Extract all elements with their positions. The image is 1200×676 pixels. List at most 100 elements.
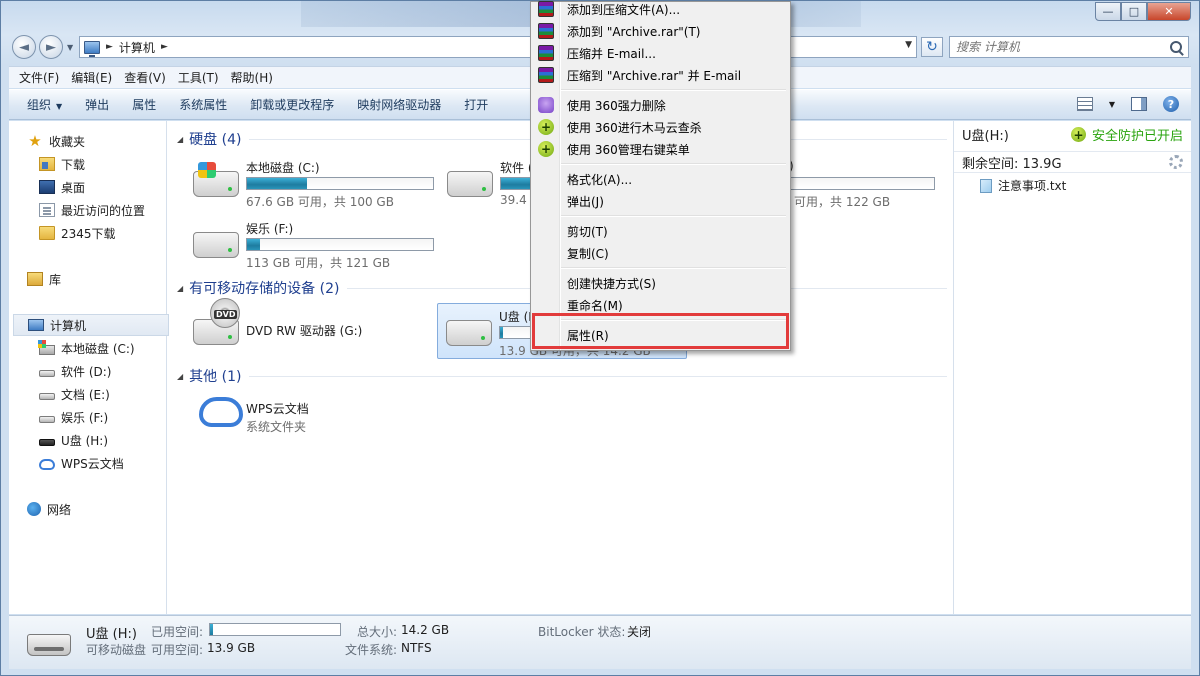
menu-item-label: 添加到 "Archive.rar"(T) — [567, 25, 701, 39]
menu-view[interactable]: 查看(V) — [120, 69, 174, 86]
file-item[interactable]: 注意事项.txt — [980, 177, 1183, 194]
organize-label: 组织 — [27, 98, 52, 112]
minimize-button[interactable]: — — [1095, 2, 1121, 21]
menu-file[interactable]: 文件(F) — [15, 69, 67, 86]
menu-item-copy[interactable]: 复制(C) — [533, 242, 788, 264]
properties-button[interactable]: 属性 — [124, 96, 171, 113]
recent-pages-dropdown[interactable]: ▼ — [67, 43, 73, 52]
menu-item-label: 弹出(J) — [567, 195, 604, 209]
command-bar-right: ▼ ? — [1076, 96, 1179, 112]
sidebar-item-label: 桌面 — [61, 180, 86, 195]
menu-item-360-scan[interactable]: + 使用 360进行木马云查杀 — [533, 116, 788, 138]
help-icon[interactable]: ? — [1163, 96, 1179, 112]
menu-item-compress-email[interactable]: 压缩并 E-mail... — [533, 42, 788, 64]
360-delete-icon — [538, 97, 554, 113]
details-header: U盘(H:) + 安全防护已开启 — [962, 125, 1183, 144]
back-button[interactable]: ◄ — [12, 35, 36, 59]
sidebar-item-label: 库 — [49, 272, 62, 287]
map-network-drive-button[interactable]: 映射网络驱动器 — [349, 96, 456, 113]
navigation-pane: ★ 收藏夹 下载 桌面 最近访问的位置 2345下载 库 计算机 本地磁盘 (C:… — [9, 121, 169, 614]
sidebar-item-libraries[interactable]: 库 — [27, 268, 183, 290]
menu-item-label: 复制(C) — [567, 247, 609, 261]
drive-tile-d[interactable]: 软件 (D 39.4 G — [439, 155, 535, 211]
winrar-icon — [538, 67, 554, 83]
menu-item-create-shortcut[interactable]: 创建快捷方式(S) — [533, 272, 788, 294]
winrar-icon — [538, 1, 554, 17]
close-button[interactable]: ✕ — [1147, 2, 1191, 21]
total-size-label: 总大小: — [357, 625, 398, 639]
menu-item-360-manage-menu[interactable]: + 使用 360管理右键菜单 — [533, 138, 788, 160]
menu-item-label: 剪切(T) — [567, 225, 608, 239]
maximize-button[interactable]: □ — [1121, 2, 1147, 21]
breadcrumb-computer[interactable]: 计算机 — [119, 39, 155, 56]
total-size-value: 14.2 GB — [401, 623, 450, 637]
drive-tile-e[interactable]: ) 可用，共 122 GB — [789, 155, 949, 211]
sidebar-item-label: 下载 — [61, 157, 86, 172]
collapse-icon: ◢ — [177, 134, 184, 144]
drive-name: 娱乐 (F:) — [246, 222, 294, 236]
drive-tile-g[interactable]: DVD DVD RW 驱动器 (G:) — [185, 298, 435, 359]
eject-button[interactable]: 弹出 — [77, 96, 124, 113]
usb-drive-icon — [39, 438, 55, 446]
drive-space-info: 67.6 GB 可用，共 100 GB — [246, 195, 394, 209]
menu-item-360-force-delete[interactable]: 使用 360强力删除 — [533, 94, 788, 116]
menu-item-add-to-archive[interactable]: 添加到压缩文件(A)... — [533, 0, 788, 20]
drive-tile-c[interactable]: 本地磁盘 (C:) 67.6 GB 可用，共 100 GB — [185, 155, 435, 211]
menu-item-format[interactable]: 格式化(A)... — [533, 168, 788, 190]
menu-separator — [561, 215, 786, 217]
highlight-annotation-box — [532, 313, 789, 349]
used-space-bar — [209, 623, 341, 636]
text-file-icon — [980, 178, 992, 193]
address-bar[interactable]: ► 计算机 ► ▼ — [79, 36, 917, 58]
menu-item-compress-to-rar-email[interactable]: 压缩到 "Archive.rar" 并 E-mail — [533, 64, 788, 86]
menu-item-cut[interactable]: 剪切(T) — [533, 220, 788, 242]
preview-pane-icon[interactable] — [1131, 97, 1147, 111]
window-controls: — □ ✕ — [1095, 2, 1191, 21]
refresh-button[interactable]: ↻ — [921, 37, 943, 57]
menu-item-eject[interactable]: 弹出(J) — [533, 190, 788, 212]
computer-icon — [84, 40, 100, 57]
sidebar-item-network[interactable]: 网络 — [27, 498, 183, 520]
search-icon[interactable] — [1170, 41, 1182, 53]
drive-name: DVD RW 驱动器 (G:) — [246, 324, 363, 338]
drive-tile-f[interactable]: 娱乐 (F:) 113 GB 可用，共 121 GB — [185, 216, 435, 272]
open-control-panel-button[interactable]: 打开 — [456, 96, 503, 113]
view-dropdown-icon[interactable]: ▼ — [1109, 100, 1115, 109]
sidebar-item-computer[interactable]: 计算机 — [13, 314, 169, 336]
explorer-window: — □ ✕ ◄ ► ▼ ► 计算机 ► ▼ ↻ 文件(F) 编辑(E) 查看(V… — [0, 0, 1200, 676]
menu-item-add-to-archive-rar[interactable]: 添加到 "Archive.rar"(T) — [533, 20, 788, 42]
uninstall-programs-button[interactable]: 卸载或更改程序 — [242, 96, 349, 113]
breadcrumb-separator[interactable]: ► — [106, 42, 113, 52]
360-shield-icon: + — [1070, 127, 1086, 142]
group-header-other[interactable]: ◢ 其他 (1) — [177, 366, 947, 386]
sidebar-item-label: 娱乐 (F:) — [61, 410, 109, 425]
system-properties-button[interactable]: 系统属性 — [171, 96, 242, 113]
address-dropdown[interactable]: ▼ — [905, 40, 912, 50]
search-input[interactable] — [956, 40, 1156, 54]
menu-edit[interactable]: 编辑(E) — [67, 69, 120, 86]
search-box[interactable] — [949, 36, 1189, 58]
menu-item-label: 使用 360进行木马云查杀 — [567, 121, 702, 135]
sidebar-item-label: 2345下载 — [61, 226, 116, 241]
drive-name: 本地磁盘 (C:) — [246, 161, 320, 175]
sidebar-item-label: 文档 (E:) — [61, 387, 110, 402]
organize-button[interactable]: 组织 ▼ — [19, 96, 77, 113]
status-drive-type: 可移动磁盘 — [86, 643, 147, 657]
menu-help[interactable]: 帮助(H) — [227, 69, 281, 86]
change-view-icon[interactable] — [1076, 97, 1093, 111]
forward-button[interactable]: ► — [39, 35, 63, 59]
menu-item-label: 创建快捷方式(S) — [567, 277, 656, 291]
usage-fill — [210, 624, 213, 635]
menu-tools[interactable]: 工具(T) — [174, 69, 227, 86]
sidebar-item-label: 计算机 — [50, 318, 87, 333]
usb-drive-icon — [446, 320, 492, 346]
filesystem-label: 文件系统: — [345, 643, 398, 657]
gear-icon[interactable] — [1169, 155, 1183, 169]
sidebar-item-favorites[interactable]: ★ 收藏夹 — [27, 130, 183, 152]
breadcrumb-separator[interactable]: ► — [161, 42, 168, 52]
winrar-icon — [538, 45, 554, 61]
security-status[interactable]: + 安全防护已开启 — [1070, 125, 1183, 144]
wps-cloud-tile[interactable]: WPS云文档 系统文件夹 — [185, 393, 435, 449]
usage-fill — [500, 327, 504, 338]
cloud-icon — [39, 458, 55, 470]
